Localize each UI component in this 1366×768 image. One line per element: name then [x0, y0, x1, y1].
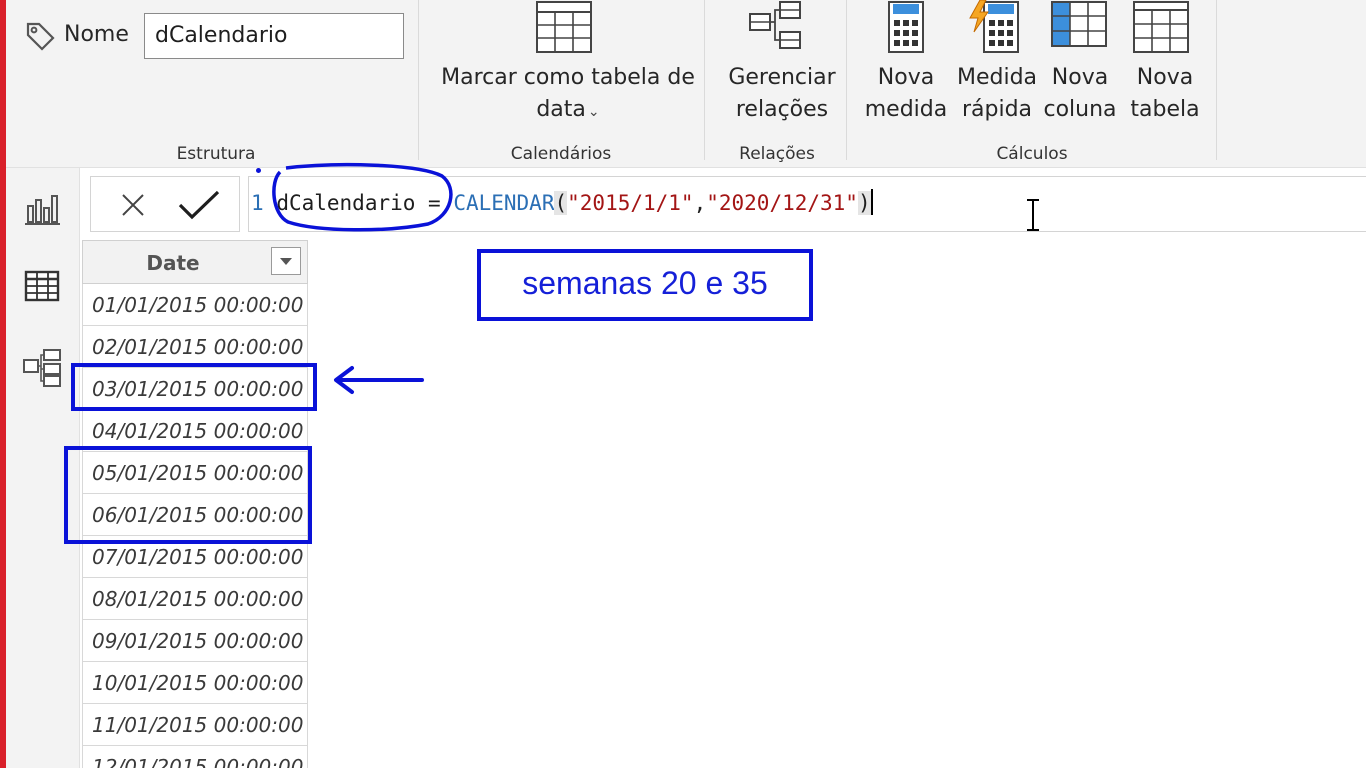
annotation-text: semanas 20 e 35: [522, 265, 768, 301]
calendar-table-icon: [536, 1, 592, 53]
annotation-dot: [256, 168, 261, 173]
column-header-date[interactable]: Date: [82, 240, 308, 284]
group-divider: [1216, 0, 1217, 160]
formula-arg-end: "2020/12/31": [706, 191, 858, 215]
new-measure-label-line2: medida: [864, 97, 948, 122]
quick-measure-label-line2: rápida: [961, 97, 1033, 122]
new-column-icon: [1051, 1, 1107, 47]
quick-measure-button[interactable]: Medida rápida: [952, 0, 1042, 140]
formula-buttons: [90, 176, 240, 232]
table-row[interactable]: 11/01/2015 00:00:00: [82, 704, 308, 746]
data-view-icon[interactable]: [22, 266, 62, 306]
table-row[interactable]: 02/01/2015 00:00:00: [82, 326, 308, 368]
annotation-box-rows-5-6: [64, 446, 312, 544]
tag-icon: [26, 22, 55, 51]
calculator-icon: [888, 1, 924, 53]
formula-function: CALENDAR: [453, 191, 555, 215]
name-label: Nome: [64, 22, 129, 47]
new-measure-label-line1: Nova: [877, 65, 935, 90]
table-row[interactable]: 09/01/2015 00:00:00: [82, 620, 308, 662]
mark-table-label-line1: Marcar como tabela de: [441, 65, 695, 90]
text-caret: [870, 189, 873, 215]
group-label-calculos: Cálculos: [996, 144, 1068, 164]
new-column-button[interactable]: Nova coluna: [1042, 0, 1118, 140]
report-view-icon[interactable]: [22, 190, 62, 230]
new-column-label-line1: Nova: [1051, 65, 1109, 90]
table-row[interactable]: 12/01/2015 00:00:00: [82, 746, 308, 768]
group-divider: [418, 0, 419, 160]
new-table-icon: [1133, 1, 1189, 53]
new-table-label-line1: Nova: [1136, 65, 1194, 90]
formula-arg-start: "2015/1/1": [567, 191, 694, 215]
group-label-relacoes: Relações: [739, 144, 815, 164]
formula-comma: ,: [693, 191, 707, 215]
table-name-input[interactable]: dCalendario: [144, 13, 404, 59]
quick-measure-label-line1: Medida: [956, 65, 1038, 90]
quick-measure-icon: [969, 0, 1019, 53]
table-row[interactable]: 10/01/2015 00:00:00: [82, 662, 308, 704]
group-divider: [846, 0, 847, 160]
chevron-down-icon: ⌄: [587, 104, 600, 120]
manage-relationships-button[interactable]: Gerenciar relações: [716, 0, 836, 140]
cancel-formula-icon[interactable]: [119, 191, 147, 219]
formula-open-paren: (: [554, 191, 568, 215]
new-table-button[interactable]: Nova tabela: [1122, 0, 1206, 140]
annotation-ellipse: [272, 162, 453, 232]
annotation-arrow-icon: [334, 366, 424, 394]
table-row[interactable]: 01/01/2015 00:00:00: [82, 284, 308, 326]
group-label-estrutura: Estrutura: [176, 144, 256, 164]
ribbon: Nome dCalendario Estrutura Marcar como t…: [6, 0, 1366, 168]
new-table-label-line2: tabela: [1130, 97, 1200, 122]
new-measure-button[interactable]: Nova medida: [864, 0, 948, 140]
group-divider: [704, 0, 705, 160]
text-cursor-icon: [1027, 199, 1039, 231]
model-view-icon[interactable]: [22, 348, 62, 388]
app-window: Nome dCalendario Estrutura Marcar como t…: [0, 0, 1366, 768]
manage-rel-label-line2: relações: [735, 97, 829, 122]
commit-formula-icon[interactable]: [177, 189, 221, 221]
new-column-label-line2: coluna: [1043, 97, 1117, 122]
manage-rel-label-line1: Gerenciar: [728, 65, 836, 90]
mark-as-date-table-button[interactable]: Marcar como tabela de data ⌄: [426, 0, 706, 140]
formula-close-paren: ): [857, 191, 871, 215]
filter-dropdown-icon[interactable]: [271, 247, 301, 275]
mark-table-label-line2: data: [536, 97, 586, 122]
formula-line-number: 1: [251, 191, 264, 215]
group-label-calendarios: Calendários: [510, 144, 612, 164]
relationships-icon: [749, 1, 801, 49]
table-row[interactable]: 08/01/2015 00:00:00: [82, 578, 308, 620]
annotation-box-row-3: [71, 363, 317, 411]
column-header-label: Date: [146, 251, 200, 275]
